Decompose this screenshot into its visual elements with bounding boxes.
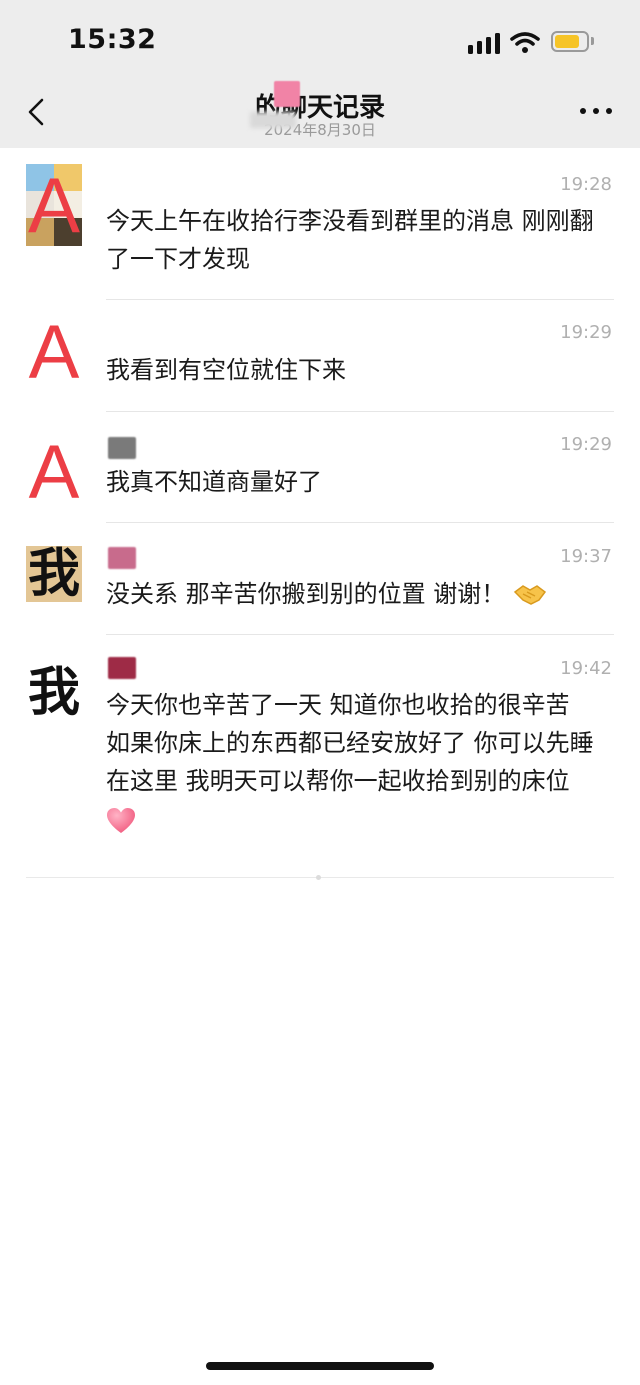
sender-name-redaction bbox=[108, 657, 136, 679]
message-text-content: 没关系 那辛苦你搬到别的位置 谢谢！ bbox=[106, 580, 506, 608]
avatar[interactable]: A bbox=[26, 432, 82, 514]
sender-name-redaction bbox=[108, 547, 136, 569]
message-time: 19:29 bbox=[560, 434, 612, 455]
wifi-icon bbox=[510, 32, 540, 53]
divider bbox=[106, 634, 614, 635]
heart-emoji bbox=[107, 807, 135, 833]
message-text: 今天上午在收拾行李没看到群里的消息 刚刚翻了一下才发现 bbox=[106, 207, 594, 273]
avatar[interactable]: A bbox=[26, 164, 82, 246]
message-text: 没关系 那辛苦你搬到别的位置 谢谢！ bbox=[106, 575, 601, 613]
message-time: 19:37 bbox=[560, 546, 612, 567]
page-subtitle: 2024年8月30日 bbox=[264, 121, 376, 139]
avatar[interactable]: 我 bbox=[26, 658, 82, 728]
nav-bar: 的聊天记录 2024年8月30日 bbox=[0, 82, 640, 148]
sender-name-redaction bbox=[108, 437, 136, 459]
status-time: 15:32 bbox=[68, 24, 157, 55]
divider bbox=[106, 299, 614, 300]
message-text: 我看到有空位就住下来 bbox=[106, 356, 346, 384]
message-text: 今天你也辛苦了一天 知道你也收拾的很辛苦 如果你床上的东西都已经安放好了 你可以… bbox=[106, 686, 601, 838]
battery-tip bbox=[591, 37, 594, 45]
message-time: 19:28 bbox=[560, 174, 612, 195]
divider bbox=[106, 522, 614, 523]
avatar[interactable]: 我 bbox=[26, 546, 82, 602]
title-redaction bbox=[274, 81, 300, 107]
status-bar: 15:32 bbox=[0, 0, 640, 82]
message-time: 19:42 bbox=[560, 658, 612, 679]
message-text: 我真不知道商量好了 bbox=[106, 468, 322, 496]
avatar[interactable]: A bbox=[26, 312, 82, 394]
chat-history: A 19:28 今天上午在收拾行李没看到群里的消息 刚刚翻了一下才发现 A 19… bbox=[0, 148, 640, 1385]
subtitle-redaction bbox=[250, 112, 296, 128]
end-dot bbox=[316, 875, 321, 880]
signal-icon bbox=[468, 32, 502, 54]
message-text-content: 今天你也辛苦了一天 知道你也收拾的很辛苦 如果你床上的东西都已经安放好了 你可以… bbox=[106, 691, 594, 795]
more-dots-icon[interactable] bbox=[578, 100, 614, 122]
handshake-emoji bbox=[513, 585, 546, 605]
home-indicator[interactable] bbox=[206, 1362, 434, 1370]
battery-icon bbox=[551, 31, 589, 52]
message-time: 19:29 bbox=[560, 322, 612, 343]
divider bbox=[106, 411, 614, 412]
